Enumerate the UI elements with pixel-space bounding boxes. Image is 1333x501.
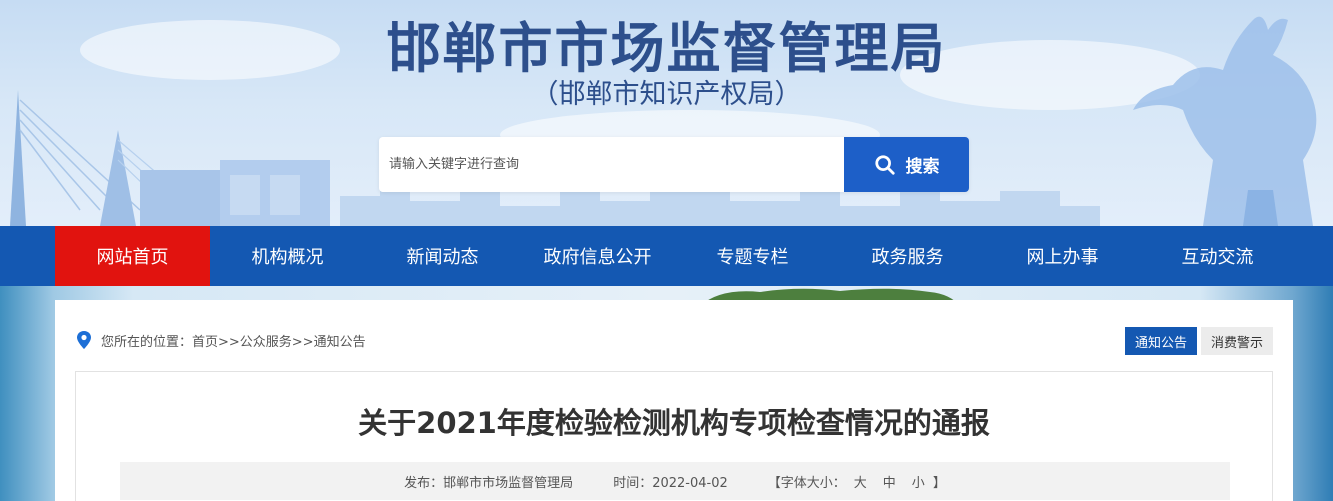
breadcrumb: 您所在的位置：首页>>公众服务>>通知公告 [75,330,366,350]
tab-consumer-warnings[interactable]: 消费警示 [1200,327,1273,355]
search-bar: 搜索 [379,137,969,192]
search-button-label: 搜索 [905,157,940,177]
font-size-suffix: 】 [932,475,946,491]
breadcrumb-text: 您所在的位置：首页>>公众服务>>通知公告 [101,334,366,350]
article-container: 关于2021年度检验检测机构专项检查情况的通报 发布：邯郸市市场监督管理局 时间… [75,371,1273,501]
location-pin-icon [77,331,91,349]
article-meta: 发布：邯郸市市场监督管理局 时间：2022-04-02 【字体大小： 大 中 小… [120,462,1230,500]
nav-item-home[interactable]: 网站首页 [55,226,210,286]
nav-item-news[interactable]: 新闻动态 [365,226,520,286]
header-banner: 邯郸市市场监督管理局 （邯郸市知识产权局） 搜索 [0,0,1333,226]
font-size-medium-button[interactable]: 中 [883,472,896,491]
font-size-prefix: 【字体大小： [767,475,846,491]
search-icon [874,154,895,175]
font-size-small-button[interactable]: 小 [912,472,925,491]
search-input[interactable] [379,137,844,192]
nav-item-online-services[interactable]: 网上办事 [985,226,1140,286]
font-size-large-button[interactable]: 大 [854,472,867,491]
category-tabs: 通知公告 消费警示 [1124,327,1273,355]
nav-item-gov-services[interactable]: 政务服务 [830,226,985,286]
main-nav: 网站首页 机构概况 新闻动态 政府信息公开 专题专栏 政务服务 网上办事 互动交… [0,226,1333,286]
article-time: 时间：2022-04-02 [613,475,728,491]
article-title: 关于2021年度检验检测机构专项检查情况的通报 [358,406,990,440]
article-publisher: 发布：邯郸市市场监督管理局 [404,475,574,491]
nav-item-gov-info[interactable]: 政府信息公开 [520,226,675,286]
site-subtitle: （邯郸市知识产权局） [531,79,802,110]
tab-notices[interactable]: 通知公告 [1124,327,1197,355]
content-panel: 您所在的位置：首页>>公众服务>>通知公告 通知公告 消费警示 关于2021年度… [55,300,1293,501]
search-button[interactable]: 搜索 [844,137,969,192]
nav-item-organization[interactable]: 机构概况 [210,226,365,286]
nav-item-interaction[interactable]: 互动交流 [1140,226,1295,286]
nav-item-special-topics[interactable]: 专题专栏 [675,226,830,286]
